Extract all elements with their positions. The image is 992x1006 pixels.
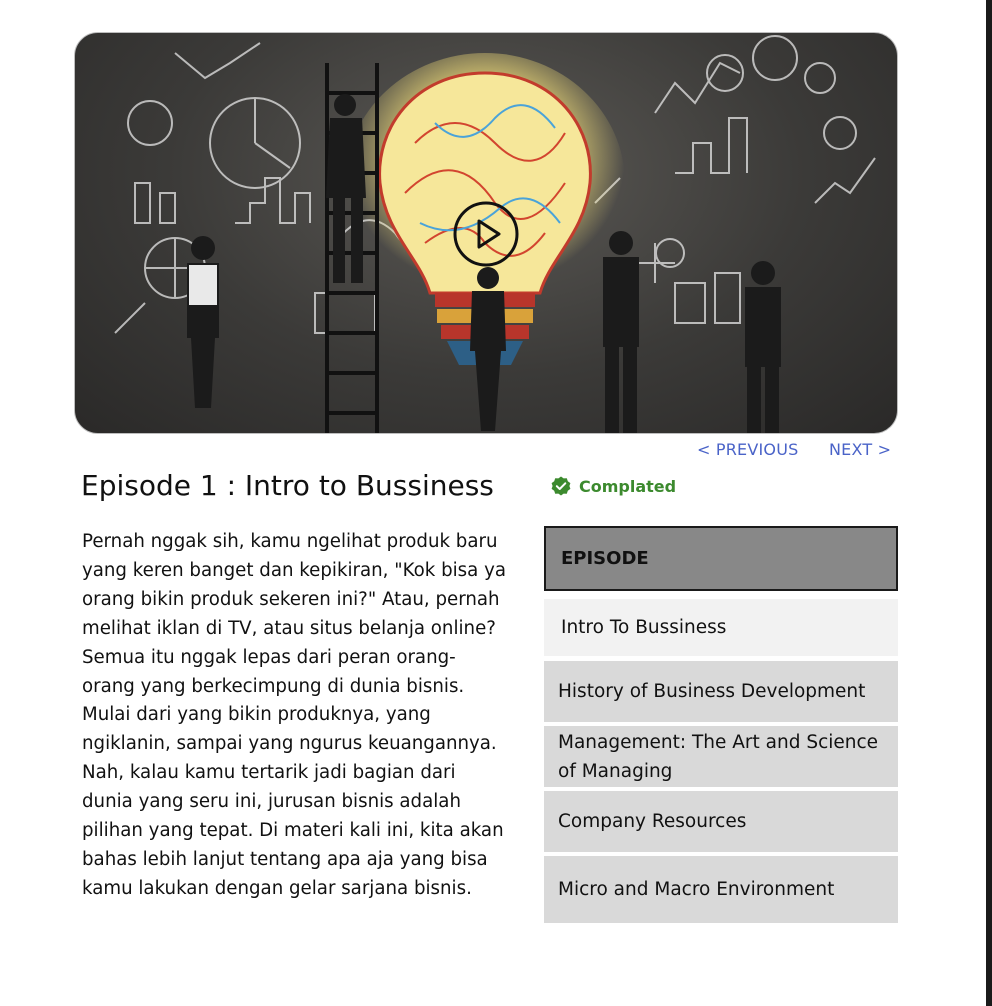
episode-item-history[interactable]: History of Business Development — [544, 661, 898, 722]
episode-list-header: EPISODE — [544, 526, 898, 591]
episode-item-company-resources[interactable]: Company Resources — [544, 791, 898, 852]
episode-item-intro[interactable]: Intro To Bussiness — [544, 599, 898, 656]
page-edge-border — [986, 0, 992, 1006]
play-circle-icon[interactable] — [453, 201, 519, 267]
episode-description: Pernah nggak sih, kamu ngelihat produk b… — [82, 531, 506, 899]
next-episode-link[interactable]: NEXT > — [829, 440, 891, 459]
episode-list: EPISODE Intro To Bussiness History of Bu… — [544, 526, 898, 923]
episode-title: Episode 1 : Intro to Bussiness — [81, 469, 494, 502]
completion-status: Complated — [551, 476, 676, 496]
previous-episode-link[interactable]: < PREVIOUS — [697, 440, 799, 459]
check-badge-icon — [551, 476, 571, 496]
episode-item-environment[interactable]: Micro and Macro Environment — [544, 856, 898, 923]
episode-item-management[interactable]: Management: The Art and Science of Manag… — [544, 726, 898, 787]
status-label: Complated — [579, 476, 677, 496]
video-player[interactable] — [74, 32, 898, 434]
